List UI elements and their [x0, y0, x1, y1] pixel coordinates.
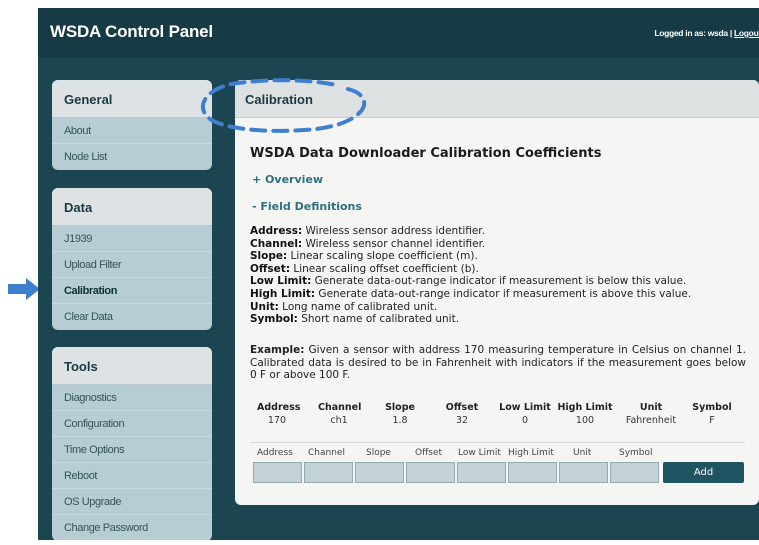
sidebar-data: Data J1939 Upload Filter Calibration Cle…	[52, 188, 212, 330]
sidebar-tools: Tools Diagnostics Configuration Time Opt…	[52, 347, 212, 540]
sidebar-item-about[interactable]: About	[52, 118, 212, 144]
sidebar-item-upload-filter[interactable]: Upload Filter	[52, 252, 212, 278]
form-label-symbol: Symbol	[619, 448, 653, 458]
sidebar-item-os-upgrade[interactable]: OS Upgrade	[52, 489, 212, 515]
sidebar-item-j1939[interactable]: J1939	[52, 226, 212, 252]
definition-symbol: Symbol: Short name of calibrated unit.	[250, 313, 460, 326]
sidebar-data-title: Data	[52, 188, 212, 226]
form-label-unit: Unit	[573, 448, 592, 458]
low-limit-input[interactable]	[457, 462, 506, 483]
example-col-unit: Unit Fahrenheit	[625, 402, 677, 426]
symbol-input[interactable]	[610, 462, 659, 483]
app-title: WSDA Control Panel	[50, 22, 213, 41]
unit-input[interactable]	[559, 462, 608, 483]
example-col-low-limit: Low Limit 0	[499, 402, 551, 426]
form-label-address: Address	[257, 448, 293, 458]
login-status: Logged in as: wsda | Logout	[654, 28, 759, 38]
sidebar-general: General About Node List	[52, 80, 212, 170]
form-label-low-limit: Low Limit	[458, 448, 501, 458]
top-bar: WSDA Control Panel Logged in as: wsda | …	[38, 8, 759, 58]
example-col-high-limit: High Limit 100	[557, 402, 613, 426]
definition-slope: Slope: Linear scaling slope coefficient …	[250, 250, 478, 263]
sidebar-item-calibration[interactable]: Calibration	[52, 278, 212, 304]
definition-low-limit: Low Limit: Generate data-out-range indic…	[250, 275, 687, 288]
definition-offset: Offset: Linear scaling offset coefficien…	[250, 262, 479, 275]
sidebar-item-node-list[interactable]: Node List	[52, 144, 212, 170]
add-button[interactable]: Add	[663, 462, 744, 483]
sidebar-item-reboot[interactable]: Reboot	[52, 463, 212, 489]
definition-address: Address: Wireless sensor address identif…	[250, 225, 485, 237]
sidebar-item-clear-data[interactable]: Clear Data	[52, 304, 212, 330]
form-label-channel: Channel	[308, 448, 345, 458]
main-panel: Calibration WSDA Data Downloader Calibra…	[235, 80, 759, 505]
channel-input[interactable]	[304, 462, 353, 483]
app-window: WSDA Control Panel Logged in as: wsda | …	[38, 8, 759, 540]
offset-input[interactable]	[406, 462, 455, 483]
sidebar-tools-title: Tools	[52, 347, 212, 385]
sidebar-item-diagnostics[interactable]: Diagnostics	[52, 385, 212, 411]
sidebar-item-change-password[interactable]: Change Password	[52, 515, 212, 540]
logout-link[interactable]: Logout	[734, 28, 759, 38]
definition-channel: Channel: Wireless sensor channel identif…	[250, 237, 486, 250]
example-col-slope: Slope 1.8	[385, 402, 415, 426]
sidebar-general-title: General	[52, 80, 212, 118]
field-definitions-toggle[interactable]: - Field Definitions	[252, 200, 362, 213]
definition-unit: Unit: Long name of calibrated unit.	[250, 300, 438, 313]
example-col-address: Address 170	[257, 402, 301, 426]
high-limit-input[interactable]	[508, 462, 557, 483]
divider	[250, 442, 745, 443]
sidebar-item-configuration[interactable]: Configuration	[52, 411, 212, 437]
field-definitions-list: Address: Wireless sensor address identif…	[250, 225, 755, 326]
example-text: Example: Given a sensor with address 170…	[250, 344, 746, 382]
address-input[interactable]	[253, 462, 302, 483]
form-label-high-limit: High Limit	[508, 448, 554, 458]
slope-input[interactable]	[355, 462, 404, 483]
annotation-arrow	[8, 278, 40, 300]
example-col-symbol: Symbol F	[692, 402, 732, 426]
example-col-offset: Offset 32	[445, 402, 479, 426]
overview-toggle[interactable]: + Overview	[252, 173, 323, 186]
definition-high-limit: High Limit: Generate data-out-range indi…	[250, 287, 692, 300]
sidebar-item-time-options[interactable]: Time Options	[52, 437, 212, 463]
form-label-offset: Offset	[415, 448, 443, 458]
page-title: WSDA Data Downloader Calibration Coeffic…	[250, 146, 602, 161]
annotation-ellipse	[201, 78, 367, 133]
form-label-slope: Slope	[366, 448, 391, 458]
example-col-channel: Channel ch1	[318, 402, 362, 426]
login-label: Logged in as: wsda |	[654, 28, 732, 38]
